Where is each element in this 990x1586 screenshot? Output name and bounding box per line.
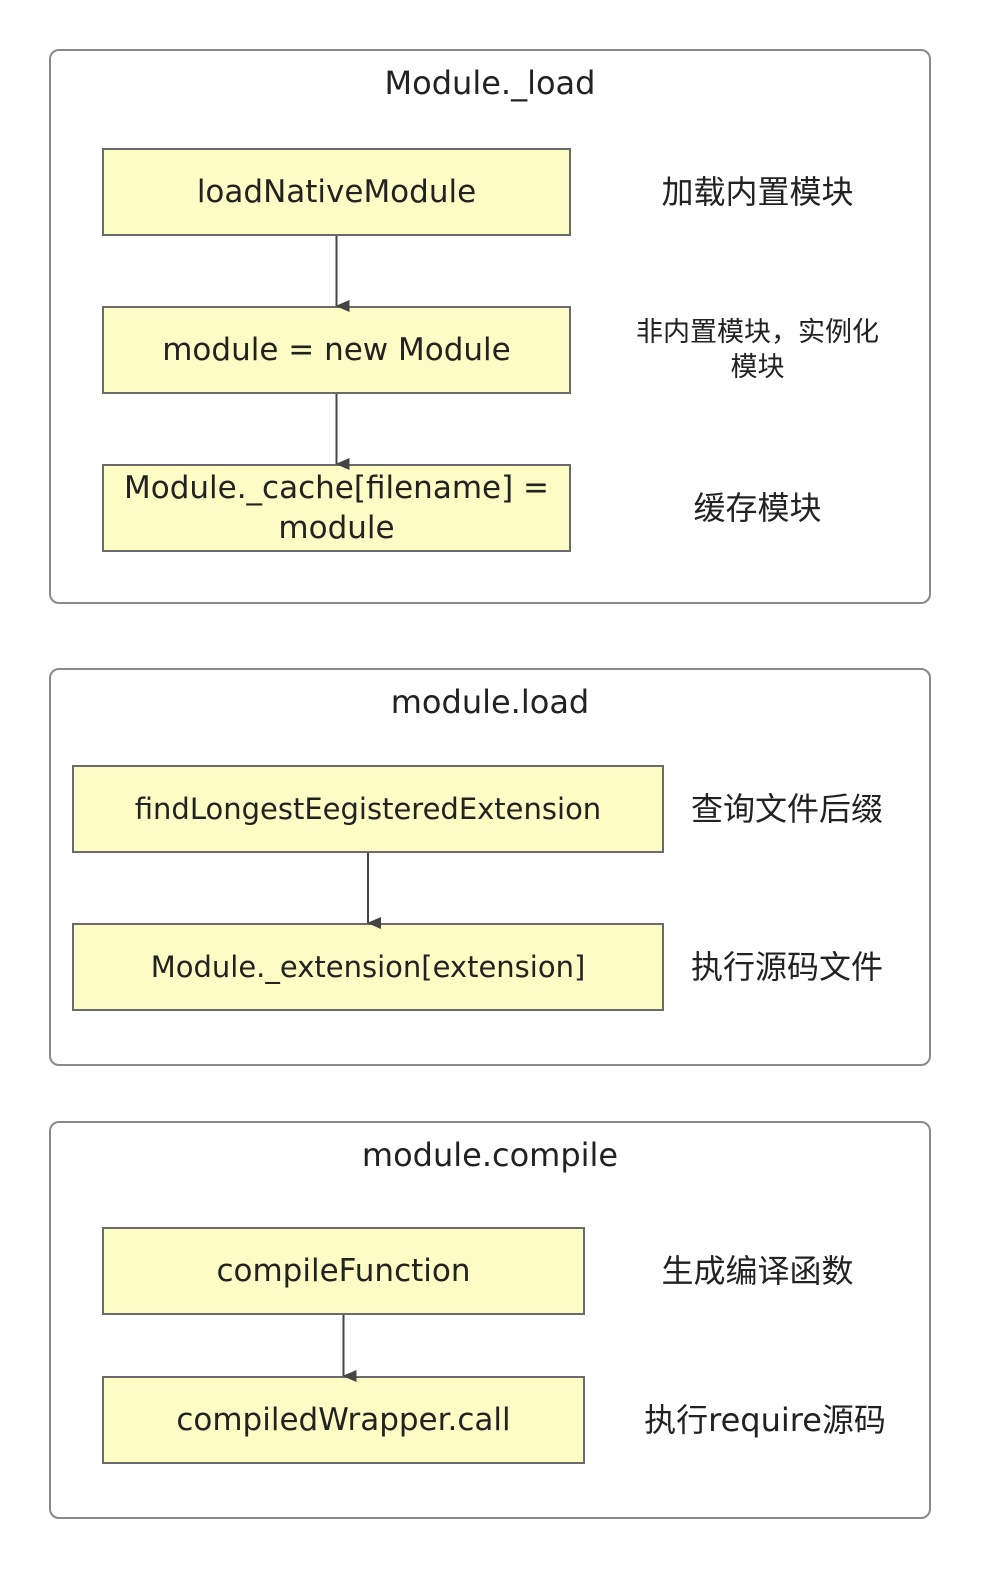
node-load-native-module[interactable]: loadNativeModule [102, 148, 571, 236]
node-label: compiledWrapper.call [176, 1402, 511, 1438]
note-load-native-module: 加载内置模块 [661, 173, 854, 211]
node-label: loadNativeModule [196, 174, 477, 210]
node-label: Module._extension[extension] [150, 950, 586, 984]
node-module-extension[interactable]: Module._extension[extension] [72, 923, 664, 1011]
node-label: module = new Module [162, 332, 511, 368]
note-compile-function: 生成编译函数 [661, 1252, 854, 1290]
node-compile-function[interactable]: compileFunction [102, 1227, 585, 1315]
node-label: Module._cache[filename] = module [123, 470, 550, 546]
node-module-cache[interactable]: Module._cache[filename] = module [102, 464, 571, 552]
node-label: compileFunction [216, 1253, 471, 1289]
note-module-cache: 缓存模块 [693, 489, 822, 527]
group-title: module.load [390, 683, 590, 721]
group-title: module.compile [361, 1136, 619, 1174]
node-find-extension[interactable]: findLongestEegisteredExtension [72, 765, 664, 853]
node-label: findLongestEegisteredExtension [134, 792, 602, 826]
note-module-extension: 执行源码文件 [690, 948, 883, 986]
note-new-module: 非内置模块，实例化模块 [636, 317, 879, 383]
node-new-module[interactable]: module = new Module [102, 306, 571, 394]
note-compiled-wrapper-call: 执行require源码 [644, 1401, 886, 1439]
group-title: Module._load [384, 64, 596, 102]
node-compiled-wrapper-call[interactable]: compiledWrapper.call [102, 1376, 585, 1464]
note-find-extension: 查询文件后缀 [690, 790, 883, 828]
